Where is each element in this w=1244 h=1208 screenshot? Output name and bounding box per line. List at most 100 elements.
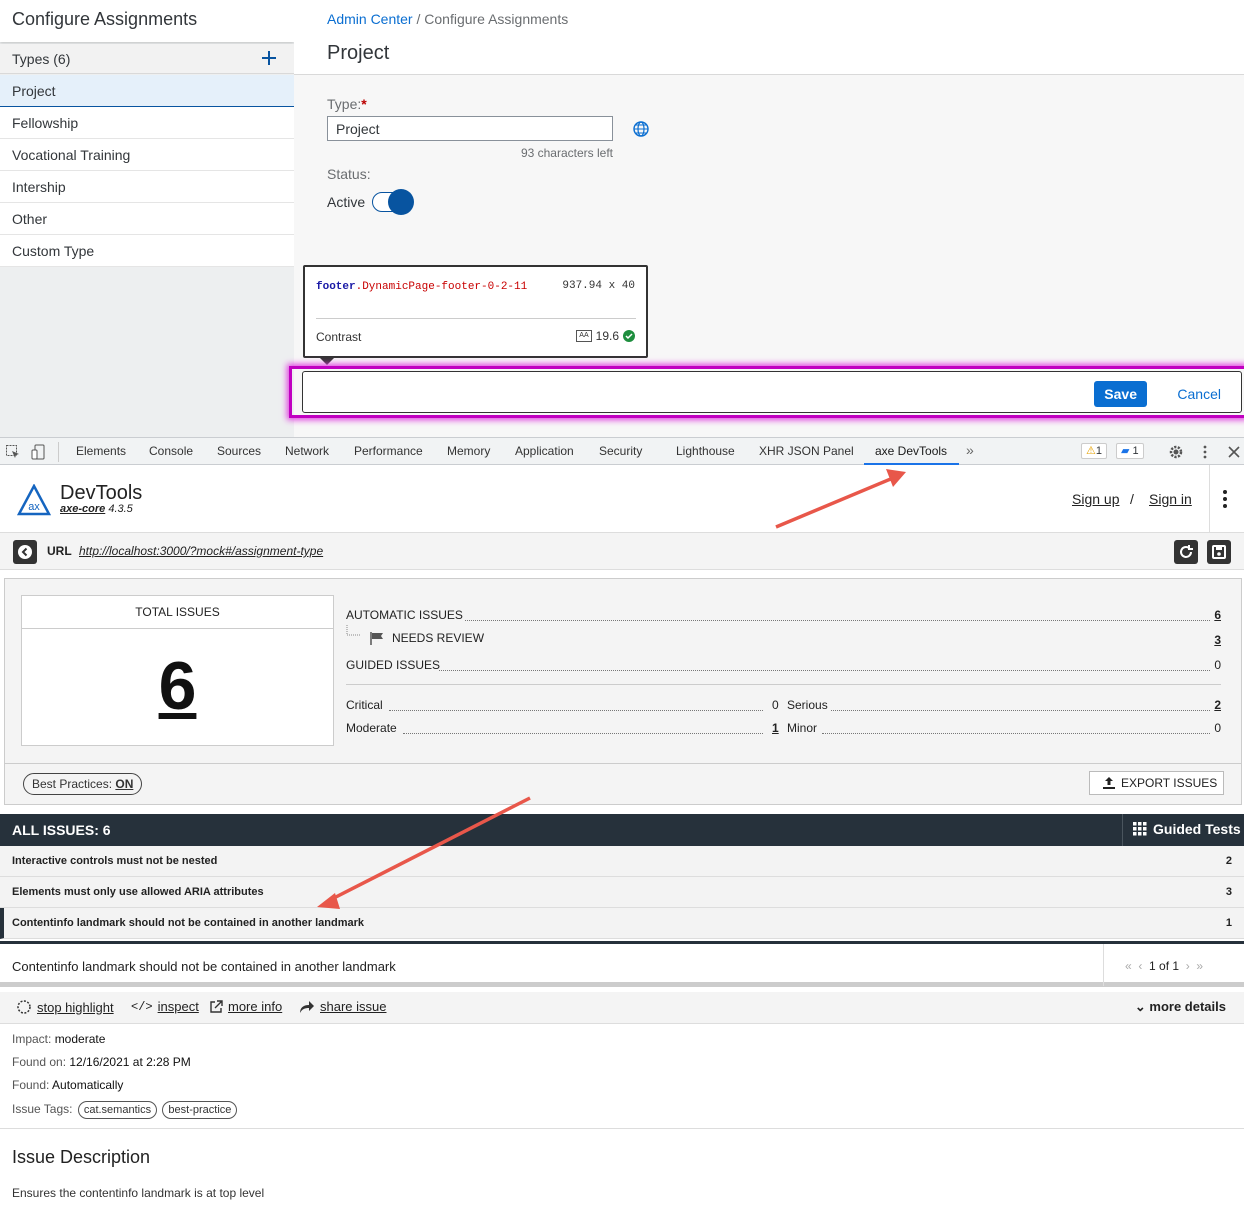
tab-console[interactable]: Console [149, 444, 193, 458]
aa-badge-icon: AA [576, 330, 592, 342]
inspect-label: inspect [157, 999, 199, 1014]
tab-memory[interactable]: Memory [447, 444, 490, 458]
tooltip-class: .DynamicPage-footer-0-2-11 [355, 281, 528, 293]
tab-network[interactable]: Network [285, 444, 329, 458]
issue-row-selected[interactable]: Contentinfo landmark should not be conta… [0, 908, 1244, 939]
type-item-intership[interactable]: Intership [0, 171, 294, 203]
needs-review-count[interactable]: 3 [1214, 633, 1221, 647]
type-input[interactable] [327, 116, 613, 141]
needs-review-label: NEEDS REVIEW [392, 631, 485, 645]
message-icon: ▰ [1121, 445, 1130, 457]
device-toggle-icon[interactable] [31, 444, 47, 460]
more-tabs-icon[interactable]: » [966, 442, 974, 458]
issue-detail-title: Contentinfo landmark should not be conta… [12, 959, 396, 974]
type-item-project[interactable]: Project [0, 75, 294, 107]
type-item-fellowship[interactable]: Fellowship [0, 107, 294, 139]
total-issues-card: TOTAL ISSUES 6 [21, 595, 334, 746]
critical-label: Critical [346, 698, 383, 712]
save-results-button[interactable] [1207, 540, 1231, 564]
type-item-custom-type[interactable]: Custom Type [0, 235, 294, 267]
tab-elements[interactable]: Elements [76, 444, 126, 458]
type-item-other[interactable]: Other [0, 203, 294, 235]
moderate-count[interactable]: 1 [772, 721, 779, 735]
cancel-button[interactable]: Cancel [1177, 381, 1221, 407]
breadcrumb-link-admin-center[interactable]: Admin Center [327, 11, 413, 27]
more-details-toggle[interactable]: ⌄ more details [1135, 999, 1226, 1015]
globe-icon[interactable] [632, 120, 650, 138]
page-footer: Save Cancel [302, 371, 1242, 413]
issue-row[interactable]: Elements must only use allowed ARIA attr… [0, 877, 1244, 908]
tab-axe-devtools[interactable]: axe DevTools [875, 444, 947, 458]
type-item-label: Fellowship [12, 115, 79, 131]
axe-logo-icon: ax [17, 484, 51, 516]
type-item-label: Vocational Training [12, 147, 131, 163]
axe-menu-icon[interactable] [1222, 489, 1228, 509]
pager-divider [1103, 944, 1104, 986]
share-issue-button[interactable]: share issue [299, 999, 386, 1014]
found-value: Automatically [52, 1078, 124, 1092]
issue-count: 1 [1225, 917, 1232, 929]
type-item-label: Project [12, 83, 56, 99]
best-practices-value: ON [115, 777, 134, 791]
prev-page-icon[interactable]: ‹ [1138, 959, 1142, 973]
required-marker: * [361, 96, 367, 112]
back-arrow-icon [18, 545, 32, 559]
last-page-icon[interactable]: » [1196, 959, 1203, 973]
axe-core-link[interactable]: axe-core [60, 503, 105, 515]
issue-row[interactable]: Interactive controls must not be nested 2 [0, 846, 1244, 877]
tab-sources[interactable]: Sources [217, 444, 261, 458]
found-on-label: Found on: [12, 1055, 70, 1069]
tooltip-selector: footer.DynamicPage-footer-0-2-11 [316, 280, 541, 294]
export-issues-button[interactable]: EXPORT ISSUES [1089, 771, 1224, 795]
header-divider [1209, 465, 1210, 533]
type-item-vocational-training[interactable]: Vocational Training [0, 139, 294, 171]
save-button[interactable]: Save [1094, 381, 1147, 407]
export-issues-label: EXPORT ISSUES [1121, 776, 1218, 790]
tab-security[interactable]: Security [599, 444, 642, 458]
messages-count: 1 [1132, 445, 1139, 457]
upload-icon [1103, 777, 1115, 789]
total-issues-count[interactable]: 6 [22, 646, 333, 726]
issue-count: 2 [1225, 855, 1232, 867]
sign-up-link[interactable]: Sign up [1072, 491, 1119, 507]
code-icon: </> [131, 999, 153, 1014]
close-devtools-icon[interactable] [1226, 444, 1242, 460]
element-picker-icon[interactable] [5, 444, 21, 460]
tab-performance[interactable]: Performance [354, 444, 423, 458]
add-icon[interactable] [260, 49, 278, 67]
tooltip-dimensions: 937.94 x 40 [562, 280, 635, 292]
next-page-icon[interactable]: › [1186, 959, 1190, 973]
automatic-issues-count[interactable]: 6 [1214, 608, 1221, 622]
first-page-icon[interactable]: « [1125, 959, 1132, 973]
axe-header: ax DevTools axe-core 4.3.5 Sign up / Sig… [0, 465, 1244, 533]
sign-in-link[interactable]: Sign in [1149, 491, 1192, 507]
stop-highlight-button[interactable]: stop highlight [16, 999, 114, 1015]
leader-dots [403, 733, 763, 734]
guided-issues-count: 0 [1214, 658, 1221, 672]
tooltip-tag: footer [316, 281, 356, 293]
more-info-button[interactable]: more info [209, 999, 282, 1014]
guided-tests-button[interactable]: Guided Tests [1133, 821, 1241, 837]
more-options-icon[interactable] [1197, 444, 1213, 460]
page-indicator: 1 of 1 [1149, 959, 1180, 973]
summary-footer-divider [5, 763, 1241, 764]
inspect-button[interactable]: </> inspect [131, 999, 199, 1014]
breadcrumb-separator: / [412, 11, 425, 27]
scanned-url[interactable]: http://localhost:3000/?mock#/assignment-… [79, 544, 323, 558]
tab-application[interactable]: Application [515, 444, 574, 458]
issue-description-title: Issue Description [12, 1147, 151, 1167]
leader-dots [465, 620, 1210, 621]
warnings-count: 1 [1095, 445, 1102, 457]
status-toggle[interactable] [372, 189, 414, 215]
settings-gear-icon[interactable] [1168, 444, 1184, 460]
tab-lighthouse[interactable]: Lighthouse [676, 444, 735, 458]
rescan-button[interactable] [1174, 540, 1198, 564]
messages-badge[interactable]: ▰ 1 [1116, 443, 1144, 459]
best-practices-toggle[interactable]: Best Practices: ON [23, 773, 143, 795]
back-button[interactable] [13, 540, 37, 564]
warnings-badge[interactable]: ⚠1 [1081, 443, 1107, 459]
serious-count[interactable]: 2 [1214, 698, 1221, 712]
tab-xhr-json-panel[interactable]: XHR JSON Panel [759, 444, 854, 458]
automatic-issues-label: AUTOMATIC ISSUES [346, 608, 463, 622]
found-on-value: 12/16/2021 at 2:28 PM [69, 1055, 191, 1069]
